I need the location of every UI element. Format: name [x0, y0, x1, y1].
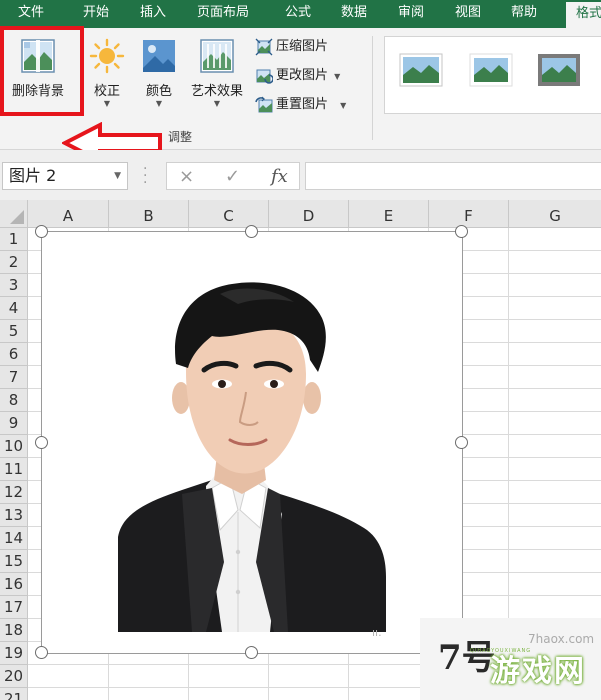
- tab-page-layout[interactable]: 页面布局: [197, 0, 249, 28]
- tab-file[interactable]: 文件: [18, 0, 44, 28]
- reset-picture-button[interactable]: 重置图片 ▼: [255, 94, 346, 116]
- row-header[interactable]: 1: [0, 228, 28, 251]
- picture-style-thumbnail[interactable]: [537, 53, 581, 87]
- column-header-g[interactable]: G: [509, 200, 601, 228]
- resize-handle-top[interactable]: [245, 225, 258, 238]
- chevron-down-icon: ▼: [340, 101, 347, 110]
- row-header[interactable]: 6: [0, 343, 28, 366]
- compress-icon: [255, 38, 273, 55]
- picture-style-thumbnail[interactable]: [399, 53, 443, 87]
- row-header[interactable]: 18: [0, 619, 28, 642]
- tab-help[interactable]: 帮助: [511, 0, 537, 28]
- tab-insert[interactable]: 插入: [140, 0, 166, 28]
- column-header-a[interactable]: A: [28, 200, 109, 228]
- artistic-effects-button[interactable]: 艺术效果 ▼: [184, 38, 250, 109]
- formula-buttons: × ✓ fx: [166, 162, 300, 190]
- change-picture-icon: [256, 69, 274, 84]
- name-box[interactable]: 图片 2 ▼: [2, 162, 128, 190]
- resize-handle-icon[interactable]: · · ·: [143, 162, 149, 190]
- picture-styles-gallery: [384, 36, 601, 114]
- row-header[interactable]: 8: [0, 389, 28, 412]
- row-header[interactable]: 19: [0, 642, 28, 665]
- row-header[interactable]: 9: [0, 412, 28, 435]
- tab-view[interactable]: 视图: [455, 0, 481, 28]
- annotation-highlight-box: [0, 26, 84, 116]
- cancel-icon[interactable]: ×: [179, 166, 194, 187]
- excel-window: 文件 开始 插入 页面布局 公式 数据 审阅 视图 帮助 格式 删除背景 校正 …: [0, 0, 601, 700]
- row-header[interactable]: 4: [0, 297, 28, 320]
- row-header[interactable]: 11: [0, 458, 28, 481]
- adjust-group-label: 调整: [168, 130, 193, 144]
- resize-handle-bottom[interactable]: [245, 646, 258, 659]
- chevron-down-icon: ▼: [114, 171, 121, 181]
- reset-picture-icon: [255, 96, 273, 112]
- resize-handle-left[interactable]: [35, 436, 48, 449]
- change-picture-button[interactable]: 更改图片 ▼: [255, 65, 340, 87]
- row-header[interactable]: 3: [0, 274, 28, 297]
- insert-function-icon[interactable]: fx: [271, 166, 288, 187]
- artistic-effects-icon: [200, 39, 234, 73]
- row-header[interactable]: 15: [0, 550, 28, 573]
- portrait-picture[interactable]: ıı.: [35, 225, 468, 659]
- chevron-down-icon: ▼: [103, 99, 111, 108]
- chevron-down-icon: ▼: [213, 99, 221, 108]
- compress-pictures-button[interactable]: 压缩图片: [255, 36, 328, 58]
- formula-input[interactable]: [305, 162, 601, 190]
- menu-bar: 文件 开始 插入 页面布局 公式 数据 审阅 视图 帮助 格式: [0, 0, 601, 28]
- resize-handle-top-right[interactable]: [455, 225, 468, 238]
- picture-style-thumbnail[interactable]: [469, 53, 513, 87]
- row-header[interactable]: 17: [0, 596, 28, 619]
- tab-home[interactable]: 开始: [83, 0, 109, 28]
- sun-icon: [89, 38, 125, 74]
- resize-handle-right[interactable]: [455, 436, 468, 449]
- row-header[interactable]: 20: [0, 665, 28, 688]
- tab-formulas[interactable]: 公式: [285, 0, 311, 28]
- picture-color-icon: [143, 40, 175, 72]
- row-header[interactable]: 16: [0, 573, 28, 596]
- chevron-down-icon: ▼: [155, 99, 163, 108]
- row-header[interactable]: 13: [0, 504, 28, 527]
- color-button[interactable]: 颜色 ▼: [138, 38, 180, 109]
- select-all-corner[interactable]: [0, 200, 28, 228]
- resize-handle-top-left[interactable]: [35, 225, 48, 238]
- svg-text:ıı.: ıı.: [372, 626, 382, 639]
- row-header[interactable]: 14: [0, 527, 28, 550]
- column-header-c[interactable]: C: [189, 200, 269, 228]
- column-header-d[interactable]: D: [269, 200, 349, 228]
- resize-handle-bottom-left[interactable]: [35, 646, 48, 659]
- portrait-image: ıı.: [42, 232, 462, 653]
- row-header[interactable]: 2: [0, 251, 28, 274]
- row-header[interactable]: 12: [0, 481, 28, 504]
- row-header[interactable]: 10: [0, 435, 28, 458]
- column-header-e[interactable]: E: [349, 200, 429, 228]
- formula-bar: 图片 2 ▼ · · · × ✓ fx: [0, 150, 601, 200]
- column-header-b[interactable]: B: [109, 200, 189, 228]
- chevron-down-icon: ▼: [334, 72, 341, 81]
- group-separator: [372, 36, 373, 140]
- row-header[interactable]: 7: [0, 366, 28, 389]
- row-header[interactable]: 21: [0, 688, 28, 700]
- corrections-button[interactable]: 校正 ▼: [86, 38, 128, 109]
- column-header-f[interactable]: F: [429, 200, 509, 228]
- row-header[interactable]: 5: [0, 320, 28, 343]
- tab-data[interactable]: 数据: [341, 0, 367, 28]
- tab-format[interactable]: 格式: [566, 2, 601, 28]
- enter-icon[interactable]: ✓: [225, 166, 240, 187]
- tab-review[interactable]: 审阅: [398, 0, 424, 28]
- site-watermark: 7号 7haox.com QIHAOYOUXIWANG 游戏网: [420, 618, 601, 700]
